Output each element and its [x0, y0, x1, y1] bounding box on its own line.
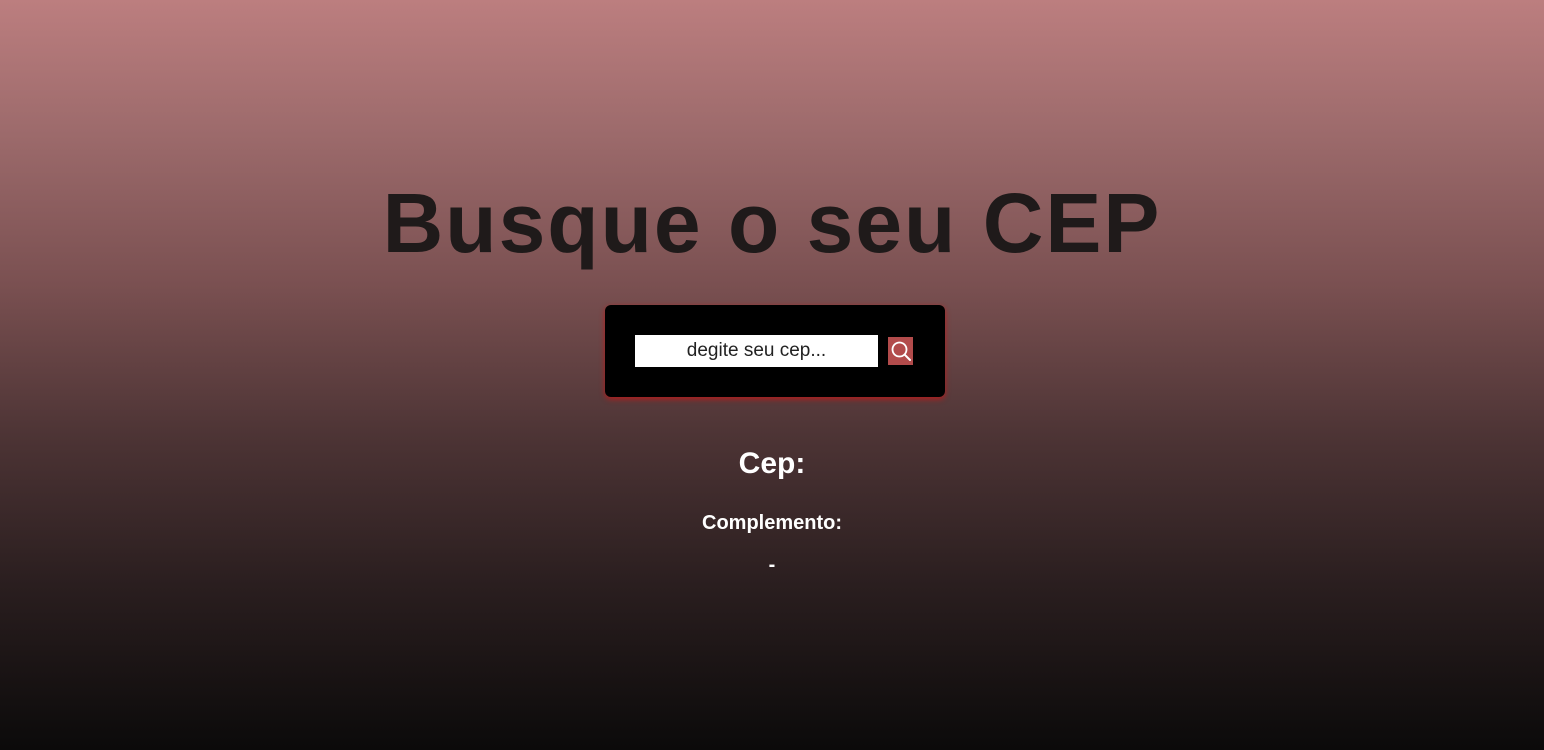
search-icon	[891, 341, 911, 361]
cep-label: Cep:	[738, 447, 806, 480]
cep-input[interactable]	[635, 335, 878, 367]
result-separator: -	[768, 554, 776, 576]
search-panel	[605, 305, 945, 397]
page-title: Busque o seu CEP	[382, 176, 1162, 270]
search-button[interactable]	[888, 337, 913, 365]
complemento-label: Complemento:	[702, 512, 842, 534]
